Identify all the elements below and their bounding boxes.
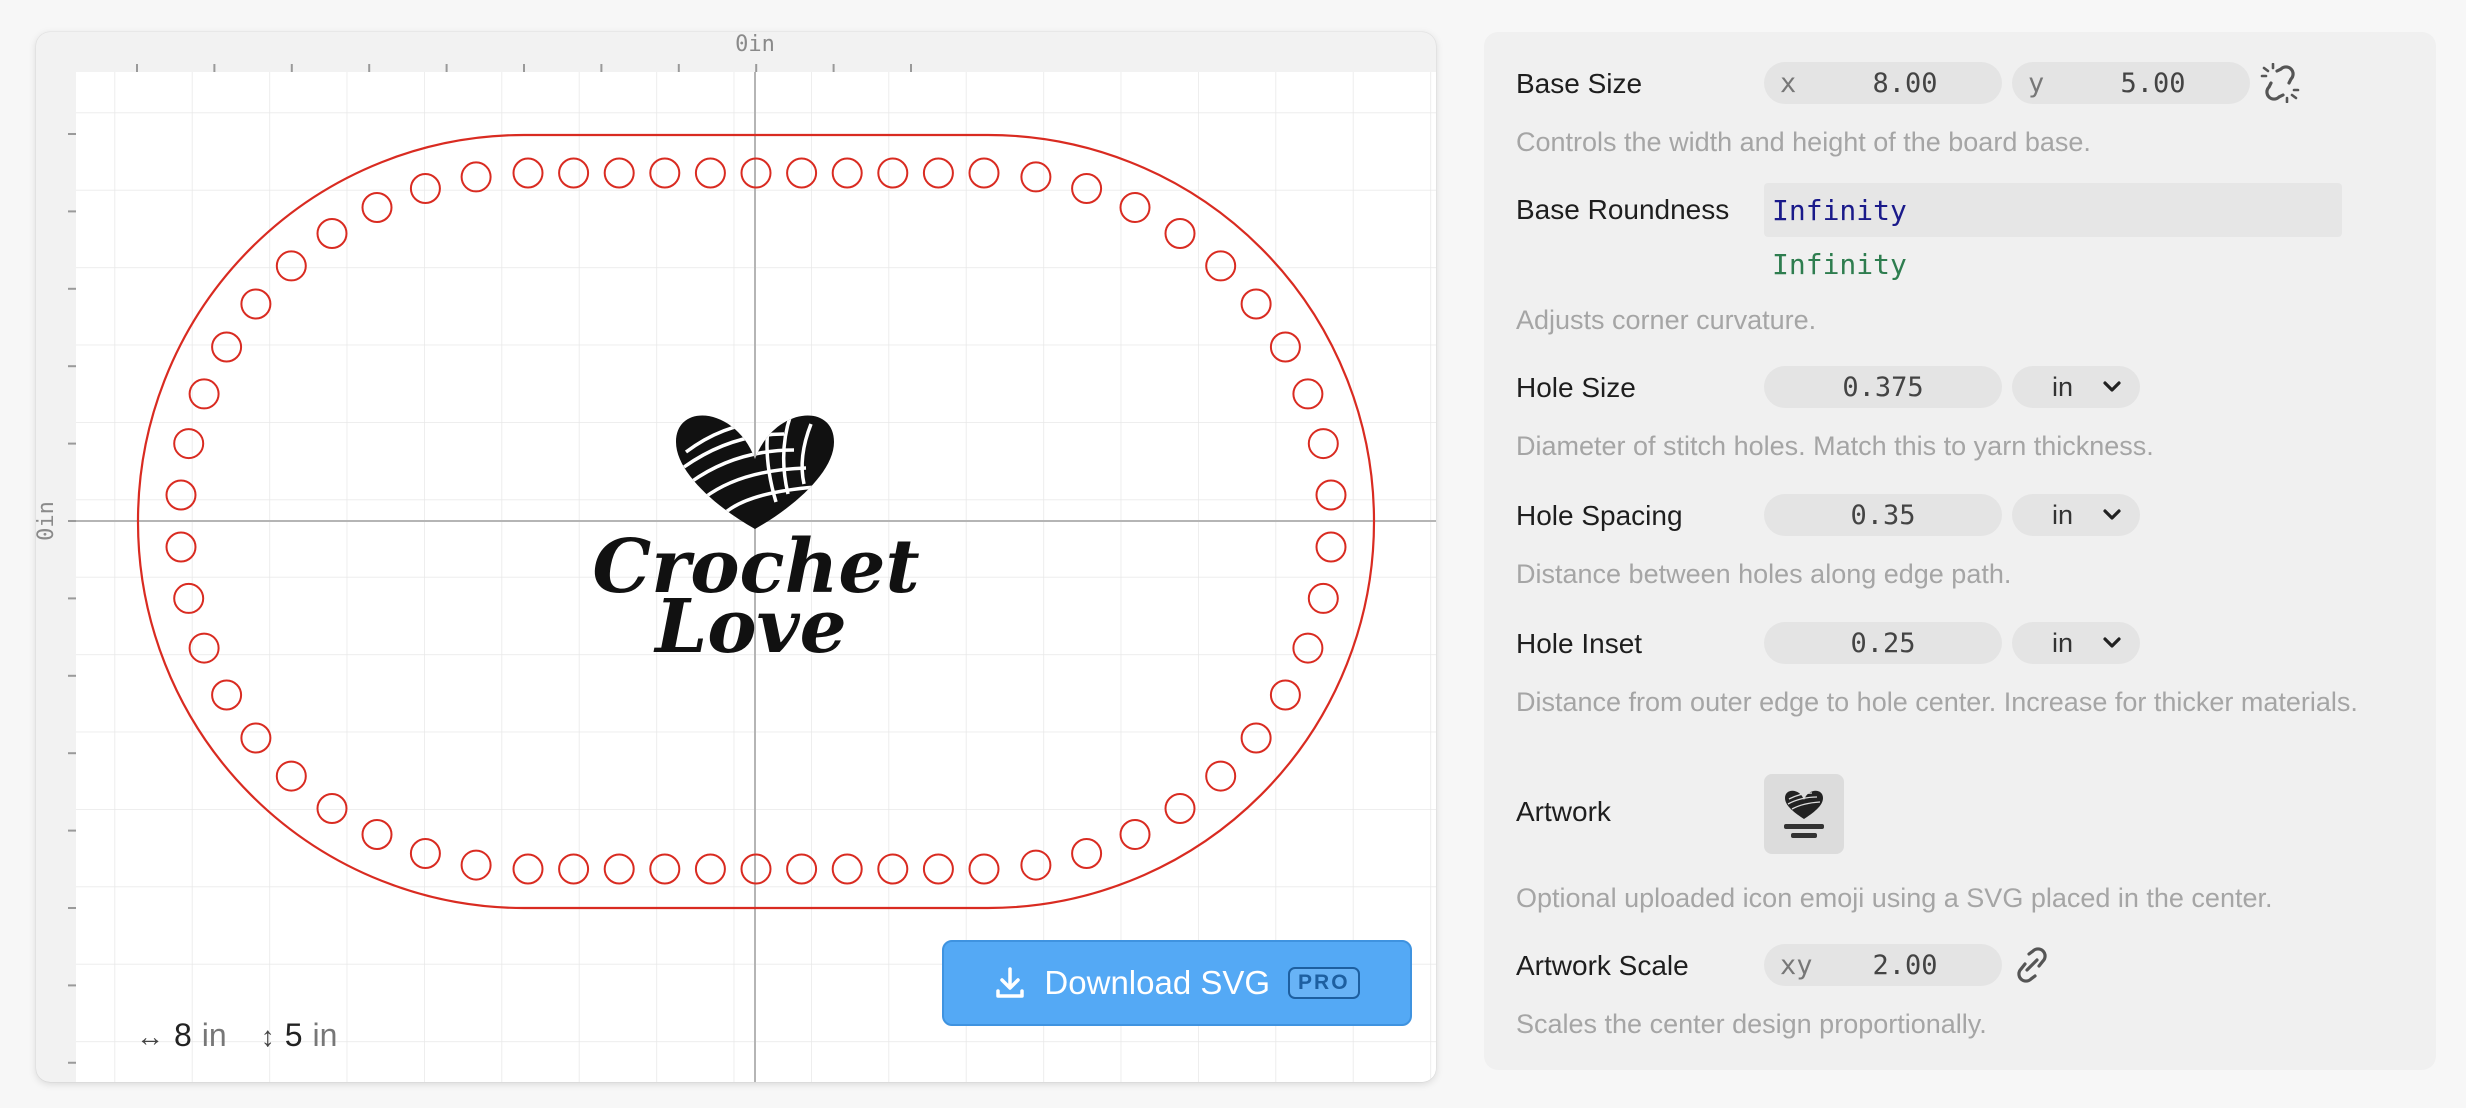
hole-size-unit-select[interactable]: in	[2012, 366, 2140, 408]
hole-inset-unit: in	[2052, 627, 2074, 658]
artwork-preview-icon	[1784, 790, 1824, 838]
download-button-label: Download SVG	[1044, 964, 1271, 1001]
base-roundness-value: Infinity	[1772, 193, 1907, 227]
hole-spacing-label: Hole Spacing	[1516, 500, 1683, 531]
download-icon	[996, 967, 1025, 998]
hole-inset-label: Hole Inset	[1516, 628, 1643, 659]
artwork-upload-thumbnail[interactable]	[1764, 774, 1844, 854]
artwork-scale-description: Scales the center design proportionally.	[1516, 1009, 1987, 1039]
chevron-down-icon	[2103, 509, 2121, 520]
base-size-x-input[interactable]: x 8.00	[1764, 62, 2002, 104]
height-arrow-icon: ↕	[260, 1021, 275, 1052]
height-value: 5	[284, 1017, 303, 1053]
board-dimensions: ↔ 8 in ↕ 5 in	[136, 1017, 361, 1054]
xy-prefix: xy	[1780, 949, 1813, 981]
width-unit: in	[201, 1017, 227, 1053]
hole-inset-description: Distance from outer edge to hole center.…	[1516, 687, 2358, 717]
artwork-text-line2: Love	[653, 584, 846, 670]
hole-spacing-description: Distance between holes along edge path.	[1516, 559, 2012, 589]
hole-size-value: 0.375	[1842, 371, 1924, 403]
settings-panel: Base Size x 8.00 y 5.00 Controls the wid…	[1484, 32, 2436, 1070]
link-icon[interactable]	[2012, 945, 2052, 985]
y-axis-label: 0in	[36, 501, 59, 541]
base-size-label: Base Size	[1516, 68, 1643, 99]
height-unit: in	[312, 1017, 338, 1053]
board-preview-svg[interactable]: 0in 0in Crochet Love	[36, 32, 1436, 1082]
artwork-scale-label: Artwork Scale	[1516, 950, 1689, 981]
unlink-icon[interactable]	[2260, 63, 2300, 103]
artwork-scale-value: 2.00	[1872, 949, 1938, 981]
base-size-x-value: 8.00	[1872, 67, 1938, 99]
base-roundness-input[interactable]: Infinity	[1764, 183, 2342, 237]
hole-spacing-unit: in	[2052, 499, 2074, 530]
hole-inset-input[interactable]: 0.25	[1764, 622, 2002, 664]
y-prefix: y	[2028, 67, 2045, 99]
x-axis-label: 0in	[735, 32, 775, 57]
hole-size-label: Hole Size	[1516, 372, 1636, 403]
artwork-scale-input[interactable]: xy 2.00	[1764, 944, 2002, 986]
hole-spacing-input[interactable]: 0.35	[1764, 494, 2002, 536]
hole-size-input[interactable]: 0.375	[1764, 366, 2002, 408]
base-size-y-value: 5.00	[2120, 67, 2186, 99]
chevron-down-icon	[2103, 637, 2121, 648]
board-preview-canvas[interactable]: 0in 0in Crochet Love ↔ 8 in ↕ 5 in	[36, 32, 1436, 1082]
base-roundness-label: Base Roundness	[1516, 194, 1730, 225]
width-arrow-icon: ↔	[136, 1021, 164, 1052]
hole-size-unit: in	[2052, 371, 2074, 402]
hole-size-description: Diameter of stitch holes. Match this to …	[1516, 431, 2154, 461]
pro-badge: PRO	[1288, 967, 1360, 999]
download-svg-button[interactable]: Download SVG PRO	[942, 940, 1412, 1026]
artwork-label: Artwork	[1516, 796, 1611, 827]
hole-inset-value: 0.25	[1850, 627, 1916, 659]
base-roundness-evaluated: Infinity	[1772, 248, 1907, 281]
artwork-description: Optional uploaded icon emoji using a SVG…	[1516, 883, 2273, 913]
hole-spacing-value: 0.35	[1850, 499, 1916, 531]
hole-spacing-unit-select[interactable]: in	[2012, 494, 2140, 536]
base-roundness-description: Adjusts corner curvature.	[1516, 305, 1817, 335]
width-value: 8	[174, 1017, 192, 1053]
x-prefix: x	[1780, 67, 1797, 99]
hole-inset-unit-select[interactable]: in	[2012, 622, 2140, 664]
base-size-description: Controls the width and height of the boa…	[1516, 127, 2091, 157]
chevron-down-icon	[2103, 381, 2121, 392]
base-size-y-input[interactable]: y 5.00	[2012, 62, 2250, 104]
